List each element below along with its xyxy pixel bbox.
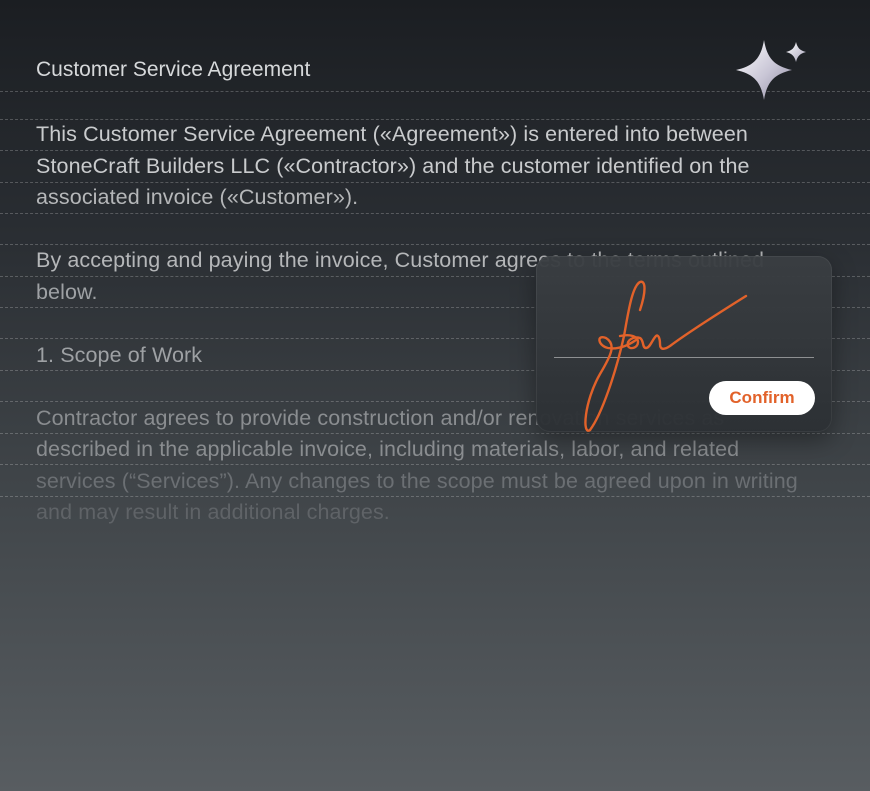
paragraph-line: services (“Services”). Any changes to th… xyxy=(36,469,798,493)
sparkle-icon xyxy=(736,40,806,100)
rule-line xyxy=(0,433,870,434)
paragraph-line: and may result in additional charges. xyxy=(36,500,390,524)
rule-line xyxy=(0,496,870,497)
section-heading: 1. Scope of Work xyxy=(36,343,203,367)
paragraph-line: StoneCraft Builders LLC («Contractor») a… xyxy=(36,154,750,178)
document-title: Customer Service Agreement xyxy=(36,58,311,81)
confirm-button[interactable]: Confirm xyxy=(709,381,815,415)
paragraph-line: This Customer Service Agreement («Agreem… xyxy=(36,122,748,146)
signature-pad[interactable]: Confirm xyxy=(536,256,832,432)
rule-line xyxy=(0,464,870,465)
paragraph-line: described in the applicable invoice, inc… xyxy=(36,437,740,461)
rule-line xyxy=(0,244,870,245)
paragraph-line: below. xyxy=(36,280,98,304)
rule-line xyxy=(0,213,870,214)
rule-line xyxy=(0,150,870,151)
paragraph-line: associated invoice («Customer»). xyxy=(36,185,359,209)
